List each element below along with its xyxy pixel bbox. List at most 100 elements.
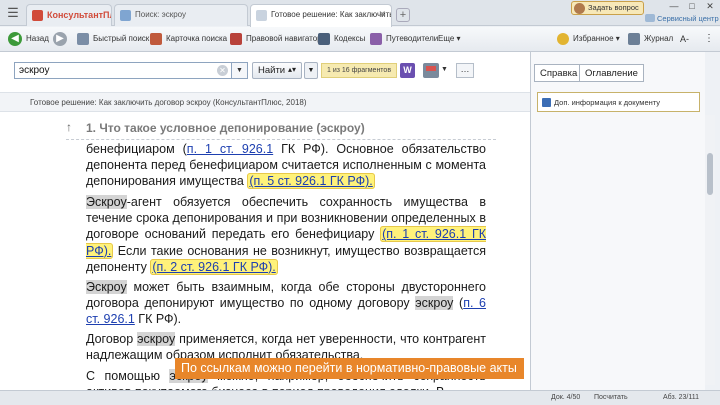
- document-area: ↑ 1. Что такое условное депонирование (э…: [0, 112, 530, 390]
- search-term-highlight: Эскроу: [86, 195, 127, 209]
- search-term-highlight: Эскроу: [86, 280, 127, 294]
- p1-text-a: бенефициаром (: [86, 142, 187, 156]
- video-caption: По ссылкам можно перейти в нормативно-пр…: [175, 358, 524, 379]
- ask-question-button[interactable]: Задать вопрос: [571, 1, 644, 15]
- search-card-label: Карточка поиска: [166, 34, 228, 43]
- p5-text-a: С помощью: [86, 369, 170, 383]
- close-tab-icon[interactable]: ✕: [378, 9, 386, 20]
- more-actions-icon[interactable]: …: [456, 63, 474, 78]
- more-button[interactable]: Еще ▾: [438, 33, 461, 45]
- service-center-icon: [645, 14, 655, 22]
- search-term-highlight: эскроу: [415, 296, 454, 311]
- search-input-value: эскроу: [19, 65, 50, 76]
- paragraph-1: бенефициаром (п. 1 ст. 926.1 ГК РФ). Осн…: [86, 141, 486, 190]
- guides-label: Путеводители: [386, 34, 439, 43]
- ask-question-label: Задать вопрос: [588, 3, 639, 12]
- search-row: эскроу ✕ ▼ Найти ▴▾ ▼ 1 из 16 фрагментов…: [0, 52, 530, 92]
- law-navigator-icon: [230, 33, 242, 45]
- service-center-label: Сервисный центр: [657, 14, 719, 23]
- paragraph-2: Эскроу-агент обязуется обеспечить сохран…: [86, 194, 486, 275]
- tab-document[interactable]: Готовое решение: Как заключить до... ✕: [250, 4, 392, 27]
- codes-icon: [318, 33, 330, 45]
- count-link[interactable]: Посчитать: [594, 394, 628, 401]
- document-info-label: Доп. информация к документу: [554, 98, 661, 107]
- back-button[interactable]: Назад: [10, 33, 49, 45]
- section-heading-text: 1. Что такое условное депонирование (эск…: [86, 121, 365, 135]
- favorites-button[interactable]: Избранное ▾: [557, 33, 620, 45]
- document-title: Готовое решение: Как заключить договор э…: [30, 98, 307, 107]
- search-card-button[interactable]: Карточка поиска: [150, 33, 227, 45]
- law-navigator-label: Правовой навигатор: [246, 34, 322, 43]
- tab-strip: ☰ КонсультантПлюс Поиск: эскроу Готовое …: [0, 0, 720, 27]
- close-window-icon[interactable]: ✕: [702, 1, 718, 12]
- info-icon: [542, 98, 551, 107]
- fragment-counter: 1 из 16 фрагментов: [321, 63, 398, 78]
- search-tab-icon: [120, 10, 131, 21]
- tab-contents-label: Оглавление: [585, 68, 638, 79]
- vertical-scrollbar[interactable]: [705, 115, 715, 385]
- p2-text-b: Если такие основания не возникнут, имуще…: [86, 243, 486, 274]
- menu-icon[interactable]: ☰: [4, 5, 22, 21]
- find-direction-icon: ▴▾: [287, 65, 296, 74]
- favorites-label: Избранное: [573, 34, 614, 43]
- law-link[interactable]: п. 1 ст. 926.1: [187, 142, 273, 156]
- font-size-label: A-: [680, 34, 689, 44]
- document-info-link[interactable]: Доп. информация к документу: [537, 92, 700, 112]
- search-term-highlight: эскроу: [137, 332, 176, 346]
- new-tab-button[interactable]: +: [396, 8, 410, 22]
- fragment-count-label: 1 из 16 фрагментов: [327, 67, 392, 74]
- forward-arrow-icon[interactable]: ▶: [53, 32, 67, 46]
- journal-label: Журнал: [644, 34, 674, 43]
- document-tab-icon: [256, 10, 267, 21]
- quick-search-button[interactable]: Быстрый поиск: [77, 33, 149, 45]
- settings-menu-icon[interactable]: ⋮: [704, 33, 714, 45]
- print-icon[interactable]: [423, 63, 439, 78]
- tab-home[interactable]: КонсультантПлюс: [26, 4, 112, 26]
- tab-help-label: Справка: [540, 68, 578, 79]
- tab-document-label: Готовое решение: Как заключить до...: [271, 10, 392, 19]
- document-counter: Док. 4/50: [551, 394, 581, 401]
- back-label: Назад: [26, 34, 49, 43]
- p3-text-b: (: [453, 296, 464, 311]
- guides-button[interactable]: Путеводители: [370, 33, 438, 45]
- search-input[interactable]: эскроу: [14, 62, 232, 79]
- paragraph-counter: Абз. 23/111: [663, 394, 699, 401]
- document-title-bar: Готовое решение: Как заключить договор э…: [0, 92, 530, 112]
- find-options-dropdown[interactable]: ▼: [304, 62, 318, 79]
- search-card-icon: [150, 33, 162, 45]
- law-link-highlighted[interactable]: (п. 5 ст. 926.1 ГК РФ).: [247, 173, 375, 190]
- search-history-dropdown[interactable]: ▼: [232, 62, 248, 79]
- law-navigator-button[interactable]: Правовой навигатор: [230, 33, 322, 45]
- service-center-link[interactable]: Сервисный центр: [645, 14, 719, 23]
- main-toolbar: ◀ Назад ▶ Быстрый поиск Карточка поиска …: [0, 27, 720, 52]
- scrollbar-thumb[interactable]: [707, 153, 713, 195]
- section-heading[interactable]: ↑ 1. Что такое условное депонирование (э…: [66, 120, 496, 140]
- clear-search-icon[interactable]: ✕: [217, 65, 228, 76]
- tab-search-label: Поиск: эскроу: [135, 10, 187, 19]
- tab-contents[interactable]: Оглавление: [579, 64, 644, 82]
- journal-icon: [628, 33, 640, 45]
- star-icon: [557, 33, 569, 45]
- status-bar: Док. 4/50 Посчитать Абз. 23/111: [0, 390, 720, 405]
- find-label: Найти: [258, 65, 286, 76]
- tab-search[interactable]: Поиск: эскроу: [114, 4, 248, 26]
- minimize-icon[interactable]: —: [666, 1, 682, 11]
- font-size-button[interactable]: A-: [680, 33, 689, 45]
- consultant-logo-icon: [32, 10, 43, 21]
- quick-search-icon: [77, 33, 89, 45]
- paragraph-3: Эскроу может быть взаимным, когда обе ст…: [86, 279, 486, 328]
- codes-label: Кодексы: [334, 34, 366, 43]
- quick-search-label: Быстрый поиск: [93, 34, 150, 43]
- find-button[interactable]: Найти ▴▾: [252, 62, 302, 79]
- journal-button[interactable]: Журнал: [628, 33, 673, 45]
- print-dropdown-icon[interactable]: ▼: [441, 66, 448, 73]
- tab-home-label: КонсультантПлюс: [47, 10, 111, 20]
- tab-help[interactable]: Справка: [534, 64, 584, 82]
- more-label: Еще: [438, 34, 455, 43]
- law-link-highlighted[interactable]: (п. 2 ст. 926.1 ГК РФ).: [150, 258, 278, 275]
- p4-text-a: Договор: [86, 332, 138, 346]
- arrow-up-icon[interactable]: ↑: [66, 120, 72, 134]
- codes-button[interactable]: Кодексы: [318, 33, 365, 45]
- maximize-icon[interactable]: □: [684, 1, 700, 11]
- export-word-icon[interactable]: W: [400, 63, 415, 78]
